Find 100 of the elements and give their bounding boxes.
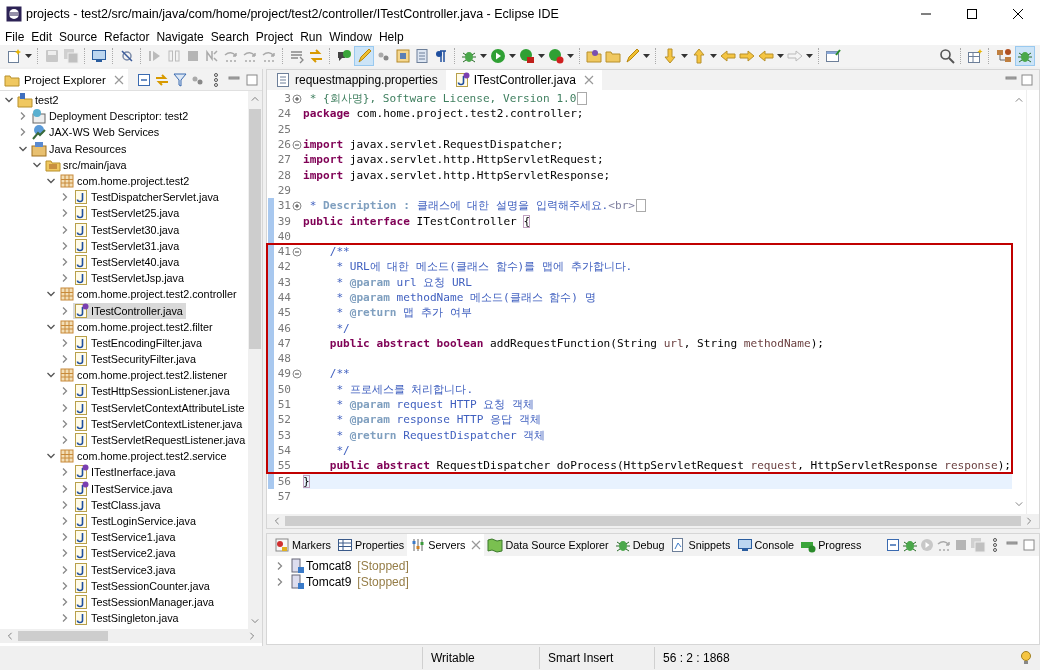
code-line: * @return 맵 추가 여부 bbox=[335, 305, 472, 321]
tree-item[interactable]: TestHttpSessionListener.java bbox=[73, 383, 233, 400]
tree-item[interactable]: TestServlet25.java bbox=[73, 205, 183, 222]
view-tab[interactable]: Servers bbox=[407, 534, 485, 556]
tree-item[interactable]: TestServletRequestListener.java bbox=[73, 432, 248, 449]
code-line: * 프로세스를 처리합니다. bbox=[335, 381, 474, 397]
code-line: public abstract RequestDispatcher doProcess(HttpServletRequest request, HttpServletResponse response); bbox=[328, 459, 1011, 473]
line-number: 55 bbox=[276, 459, 291, 473]
view-tab[interactable]: Properties bbox=[334, 534, 408, 556]
line-number: 43 bbox=[276, 275, 291, 289]
view-tab[interactable]: Markers bbox=[271, 534, 334, 556]
tree-item[interactable]: TestDispatcherServlet.java bbox=[73, 189, 222, 206]
code-line: */ bbox=[335, 443, 350, 457]
menu-item[interactable]: Edit bbox=[31, 29, 53, 44]
line-number: 52 bbox=[276, 413, 291, 427]
view-tab[interactable]: Snippets bbox=[667, 534, 734, 556]
menu-item[interactable]: Project bbox=[255, 29, 294, 44]
line-number: 25 bbox=[276, 122, 291, 136]
editor-tab[interactable]: requestmapping.properties bbox=[267, 70, 446, 90]
tree-item[interactable]: TestServlet31.java bbox=[73, 237, 183, 254]
menu-item[interactable]: Run bbox=[300, 29, 323, 44]
code-line: /** bbox=[328, 245, 350, 259]
tree-item[interactable]: TestSecurityFilter.java bbox=[73, 351, 199, 368]
menu-item[interactable]: Window bbox=[329, 29, 372, 44]
line-number: 29 bbox=[276, 183, 291, 197]
status-field: Writable bbox=[422, 647, 539, 669]
view-tab[interactable]: Console bbox=[733, 534, 798, 556]
tree-item[interactable]: ITestController.java bbox=[73, 302, 186, 319]
code-line: * Description : 클래스에 대한 설명을 입력해주세요.<br> bbox=[308, 198, 635, 214]
view-tab[interactable]: Project Explorer bbox=[0, 69, 128, 90]
line-number: 49 bbox=[276, 367, 291, 381]
status-field: Smart Insert bbox=[539, 647, 654, 669]
tree-item[interactable]: com.home.project.test2.filter bbox=[59, 318, 216, 335]
tree-item[interactable]: TestService2.java bbox=[73, 545, 179, 562]
tree-item[interactable]: com.home.project.test2.service bbox=[59, 448, 230, 465]
line-number: 53 bbox=[276, 428, 291, 442]
tree-item[interactable]: TestClass.java bbox=[73, 496, 164, 513]
code-line: */ bbox=[335, 321, 350, 335]
tree-item[interactable]: TestSessionManager.java bbox=[73, 593, 218, 610]
code-line: import javax.servlet.http.HttpServletRequest; bbox=[303, 153, 604, 167]
tree-item[interactable]: ITestService.java bbox=[73, 480, 176, 497]
line-number: 51 bbox=[276, 398, 291, 412]
code-line: /** bbox=[328, 367, 350, 381]
line-number: 48 bbox=[276, 352, 291, 366]
server-status: [Stopped] bbox=[357, 559, 409, 573]
tree-item[interactable]: TestEncodingFilter.java bbox=[73, 334, 206, 351]
line-number: 39 bbox=[276, 214, 291, 228]
line-number: 57 bbox=[276, 489, 291, 503]
tree-item[interactable]: TestServlet40.java bbox=[73, 253, 183, 270]
tree-item[interactable]: TestLoginService.java bbox=[73, 512, 200, 529]
line-number: 45 bbox=[276, 306, 291, 320]
line-number: 42 bbox=[276, 260, 291, 274]
code-line: * @return RequestDispatcher 객체 bbox=[335, 427, 546, 443]
menu-item[interactable]: File bbox=[5, 29, 25, 44]
tree-item[interactable]: TestServletContextListener.java bbox=[73, 415, 246, 432]
tree-item[interactable]: TestSingleton.java bbox=[73, 610, 182, 627]
tree-item[interactable]: TestService3.java bbox=[73, 561, 179, 578]
line-number: 41 bbox=[276, 245, 291, 259]
code-line: * @param url 요청 URL bbox=[335, 274, 472, 290]
line-number: 26 bbox=[276, 138, 291, 152]
menu-item[interactable]: Navigate bbox=[156, 29, 204, 44]
view-tab[interactable]: Data Source Explorer bbox=[484, 534, 612, 556]
tree-item[interactable]: com.home.project.test2.listener bbox=[59, 367, 231, 384]
line-number: 54 bbox=[276, 443, 291, 457]
tree-item[interactable]: com.home.project.test2 bbox=[59, 173, 193, 190]
tree-item[interactable]: Java Resources bbox=[31, 140, 130, 157]
view-tab[interactable]: Progress bbox=[797, 534, 865, 556]
line-number: 40 bbox=[276, 229, 291, 243]
tree-item[interactable]: TestSessionCounter.java bbox=[73, 577, 213, 594]
code-line: * @param request HTTP 요청 객체 bbox=[335, 397, 535, 413]
tree-item[interactable]: TestService1.java bbox=[73, 529, 179, 546]
tree-item[interactable]: src/main/java bbox=[45, 156, 130, 173]
tree-item[interactable]: TestServletContextAttributeListe bbox=[73, 399, 248, 416]
line-number: 3 bbox=[283, 92, 291, 106]
view-tab[interactable]: Debug bbox=[611, 534, 668, 556]
code-line: public interface ITestController { bbox=[303, 214, 531, 228]
editor-tab[interactable]: ITestController.java bbox=[445, 70, 602, 90]
tree-item[interactable]: ITestInerface.java bbox=[73, 464, 179, 481]
code-line: package com.home.project.test2.controller; bbox=[303, 107, 584, 121]
menu-item[interactable]: Source bbox=[59, 29, 98, 44]
tree-item[interactable]: TestServlet30.java bbox=[73, 221, 183, 238]
menu-item[interactable]: Help bbox=[378, 29, 404, 44]
menu-item[interactable]: Refactor bbox=[104, 29, 150, 44]
line-number: 27 bbox=[276, 153, 291, 167]
tree-item[interactable]: Deployment Descriptor: test2 bbox=[31, 108, 192, 125]
tree-item[interactable]: TestServletJsp.java bbox=[73, 270, 187, 287]
line-number: 24 bbox=[276, 107, 291, 121]
tree-item[interactable]: JAX-WS Web Services bbox=[31, 124, 163, 141]
window-title: projects - test2/src/main/java/com/home/project/test2/controller/ITestController.java - Eclipse IDE bbox=[26, 7, 559, 21]
line-number: 28 bbox=[276, 168, 291, 182]
line-number: 46 bbox=[276, 321, 291, 335]
server-name[interactable]: Tomcat8 bbox=[306, 559, 352, 573]
server-name[interactable]: Tomcat9 bbox=[306, 575, 352, 589]
tree-item[interactable]: com.home.project.test2.controller bbox=[59, 286, 240, 303]
menu-item[interactable]: Search bbox=[210, 29, 249, 44]
line-number: 44 bbox=[276, 291, 291, 304]
tree-item[interactable]: test2 bbox=[17, 92, 62, 109]
code-line: } bbox=[303, 474, 310, 488]
code-line: import javax.servlet.RequestDispatcher; bbox=[303, 138, 564, 152]
code-line: * URL에 대한 메소드(클래스 함수)를 맵에 추가합니다. bbox=[335, 259, 633, 275]
